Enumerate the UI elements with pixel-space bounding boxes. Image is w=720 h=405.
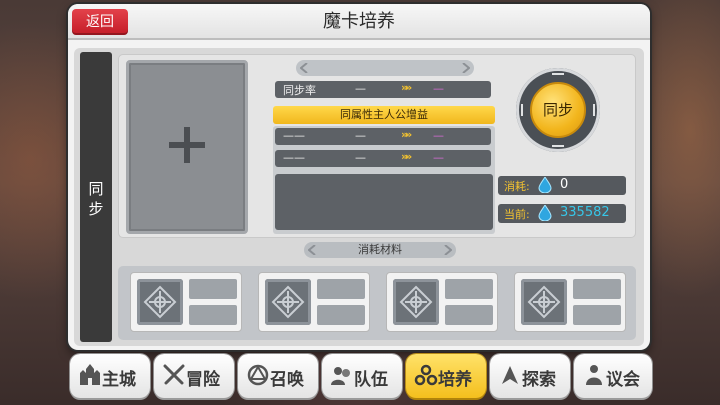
material-slot[interactable] [258, 272, 370, 332]
material-name-bar [445, 279, 493, 299]
nav-tab-summon[interactable]: 召唤 [238, 354, 318, 398]
nav-label: 召唤 [270, 370, 304, 390]
material-emblem-icon [265, 279, 311, 325]
current-value: 335582 [560, 205, 610, 220]
nav-tab-adventure[interactable]: 冒险 [154, 354, 234, 398]
material-emblem-icon [521, 279, 567, 325]
arrow-right-icon: »» [401, 128, 412, 141]
material-slot[interactable] [386, 272, 498, 332]
council-icon [586, 365, 602, 385]
dialog-window: 魔卡培养 返回 同 步 同步率 — »» — 同属性主人公增益 —— — »» … [68, 4, 650, 350]
cultivate-icon [414, 364, 438, 386]
crossed-swords-icon [163, 364, 185, 385]
plus-icon [169, 127, 205, 163]
bonus-row: —— — »» — [275, 128, 491, 145]
team-icon [331, 367, 350, 385]
tab-sync-label-1: 同 [88, 180, 104, 198]
summon-circle-icon [247, 364, 269, 386]
tab-sync[interactable]: 同 步 [80, 52, 112, 342]
nav-label: 议会 [606, 370, 640, 390]
nav-label: 冒险 [186, 370, 220, 390]
chevron-left-icon [308, 245, 316, 255]
sync-rate-label: 同步率 [283, 84, 316, 97]
bonus-label: —— [283, 151, 305, 164]
tab-sync-label-2: 步 [88, 200, 104, 218]
bonus-row: —— — »» — [275, 150, 491, 167]
material-count-bar [317, 305, 365, 325]
nav-label: 培养 [438, 370, 472, 390]
back-button[interactable]: 返回 [72, 9, 128, 35]
bonus-current: — [355, 129, 366, 142]
bonus-label: —— [283, 129, 305, 142]
chevron-left-icon [300, 63, 308, 73]
materials-header: 消耗材料 [304, 242, 456, 258]
material-name-bar [573, 279, 621, 299]
chevron-right-icon [462, 63, 470, 73]
explore-icon [502, 366, 518, 384]
nav-tab-main-city[interactable]: 主城 [70, 354, 150, 398]
page-title: 魔卡培养 [323, 11, 395, 32]
chevron-right-icon [444, 245, 452, 255]
castle-icon [80, 364, 100, 385]
material-count-bar [573, 305, 621, 325]
bonus-current: — [355, 151, 366, 164]
bonus-next: — [433, 151, 444, 164]
nav-tab-team[interactable]: 队伍 [322, 354, 402, 398]
sync-rate-row: 同步率 — »» — [275, 81, 491, 98]
crystal-drop-icon [538, 205, 552, 221]
material-slot[interactable] [130, 272, 242, 332]
card-slot[interactable] [126, 60, 248, 234]
bonus-next: — [433, 129, 444, 142]
nav-label: 队伍 [354, 370, 388, 390]
arrow-right-icon: »» [401, 150, 412, 163]
nav-label: 探索 [522, 370, 556, 390]
sync-rate-next: — [433, 82, 444, 95]
nav-tab-explore[interactable]: 探索 [490, 354, 570, 398]
bonus-detail-box [275, 174, 493, 230]
header-pill [296, 60, 474, 76]
current-label: 当前: [504, 208, 530, 221]
material-emblem-icon [393, 279, 439, 325]
material-name-bar [189, 279, 237, 299]
nav-tab-council[interactable]: 议会 [574, 354, 652, 398]
material-emblem-icon [137, 279, 183, 325]
current-stat: 当前: 335582 [498, 204, 626, 223]
material-slot[interactable] [514, 272, 626, 332]
material-count-bar [189, 305, 237, 325]
consume-stat: 消耗: 0 [498, 176, 626, 195]
nav-label: 主城 [102, 370, 136, 390]
sync-button[interactable]: 同步 [530, 82, 586, 138]
material-name-bar [317, 279, 365, 299]
bonus-header: 同属性主人公增益 [273, 106, 495, 124]
consume-label: 消耗: [504, 180, 530, 193]
crystal-drop-icon [538, 177, 552, 193]
consume-value: 0 [560, 177, 569, 192]
sync-rate-current: — [355, 82, 366, 95]
nav-tab-cultivate[interactable]: 培养 [406, 354, 486, 398]
arrow-right-icon: »» [401, 81, 412, 94]
material-count-bar [445, 305, 493, 325]
